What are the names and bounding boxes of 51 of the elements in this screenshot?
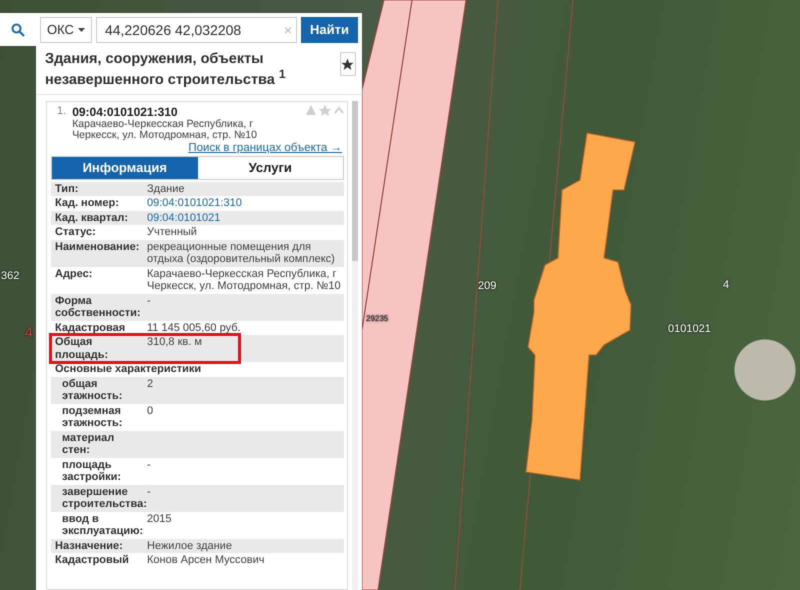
search-field[interactable]: 44,220626 42,032208 ×	[96, 16, 298, 42]
field-label: Кадастровая	[55, 322, 126, 334]
field-link[interactable]: 09:04:0101021	[143, 212, 344, 224]
search-icon[interactable]	[11, 22, 25, 36]
field-value: -	[146, 294, 152, 309]
field-value: Учтенный	[146, 226, 198, 239]
field-label: Кад. номер:	[55, 197, 120, 210]
field-value: Здание	[146, 182, 186, 196]
scrollbar[interactable]	[352, 100, 358, 590]
field-label: Форма собственности:	[55, 294, 142, 320]
field-value: Конов Арсен Муссович	[146, 554, 266, 567]
field-label: Кадастровый	[55, 554, 130, 567]
field-value: рекреационные помещения для отдыха (оздоровительный комплекс)	[146, 240, 336, 266]
caret-icon	[78, 28, 85, 32]
field-value: 2	[146, 378, 154, 392]
field-value: 310,8 кв. м	[146, 336, 203, 350]
favorite-button[interactable]	[340, 52, 356, 76]
map-label: 4	[723, 279, 730, 291]
field-label: общая этажность:	[62, 378, 124, 403]
field-label: Кад. квартал:	[55, 212, 130, 224]
field-label: площадь застройки:	[62, 458, 122, 484]
result-index: 1.	[57, 104, 66, 119]
field-link[interactable]: 09:04:0101021:310	[143, 197, 344, 210]
cadastral-number: 09:04:0101021:310	[72, 104, 179, 119]
field-label: Статус:	[55, 226, 97, 239]
field-value: Нежилое здание	[146, 540, 233, 552]
map-label: 362	[1, 270, 20, 282]
field-label: Основные характеристики	[55, 363, 202, 376]
field-label: материал стен:	[62, 432, 116, 457]
search-in-bounds-link[interactable]: Поиск в границах объекта →	[51, 142, 342, 154]
map-label: 4	[25, 324, 33, 340]
field-label: Адрес:	[55, 268, 94, 282]
field-label: ввод в эксплуатацию:	[62, 512, 143, 538]
field-value: Карачаево-Черкесская Республика, г Черкесск, ул. Мотодромная, стр. №10	[146, 268, 342, 293]
map-label: 29235	[366, 314, 388, 323]
field-label: Общая площадь:	[55, 336, 110, 362]
field-value: -	[146, 458, 152, 473]
field-value: 11 145 005,60 руб.	[146, 322, 242, 334]
map-label: 209	[478, 280, 496, 292]
result-address: Карачаево-Черкесская Республика, г Черкесск, ул. Мотодромная, стр. №10	[72, 118, 258, 141]
type-dropdown[interactable]: ОКС	[40, 16, 92, 42]
field-label: Наименование:	[55, 240, 140, 255]
tab[interactable]: Информация	[52, 156, 198, 179]
map-label: 0101021	[668, 323, 711, 335]
find-button[interactable]: Найти	[301, 16, 358, 42]
field-label: Назначение:	[55, 540, 124, 552]
field-label: подземная этажность:	[62, 404, 124, 430]
field-value: 0	[146, 404, 154, 419]
field-label: Тип:	[55, 182, 80, 196]
panel-title: Здания, сооружения, объекты незавершенного строительства $^{1}$	[45, 52, 287, 88]
field-value: 2015	[146, 512, 172, 527]
